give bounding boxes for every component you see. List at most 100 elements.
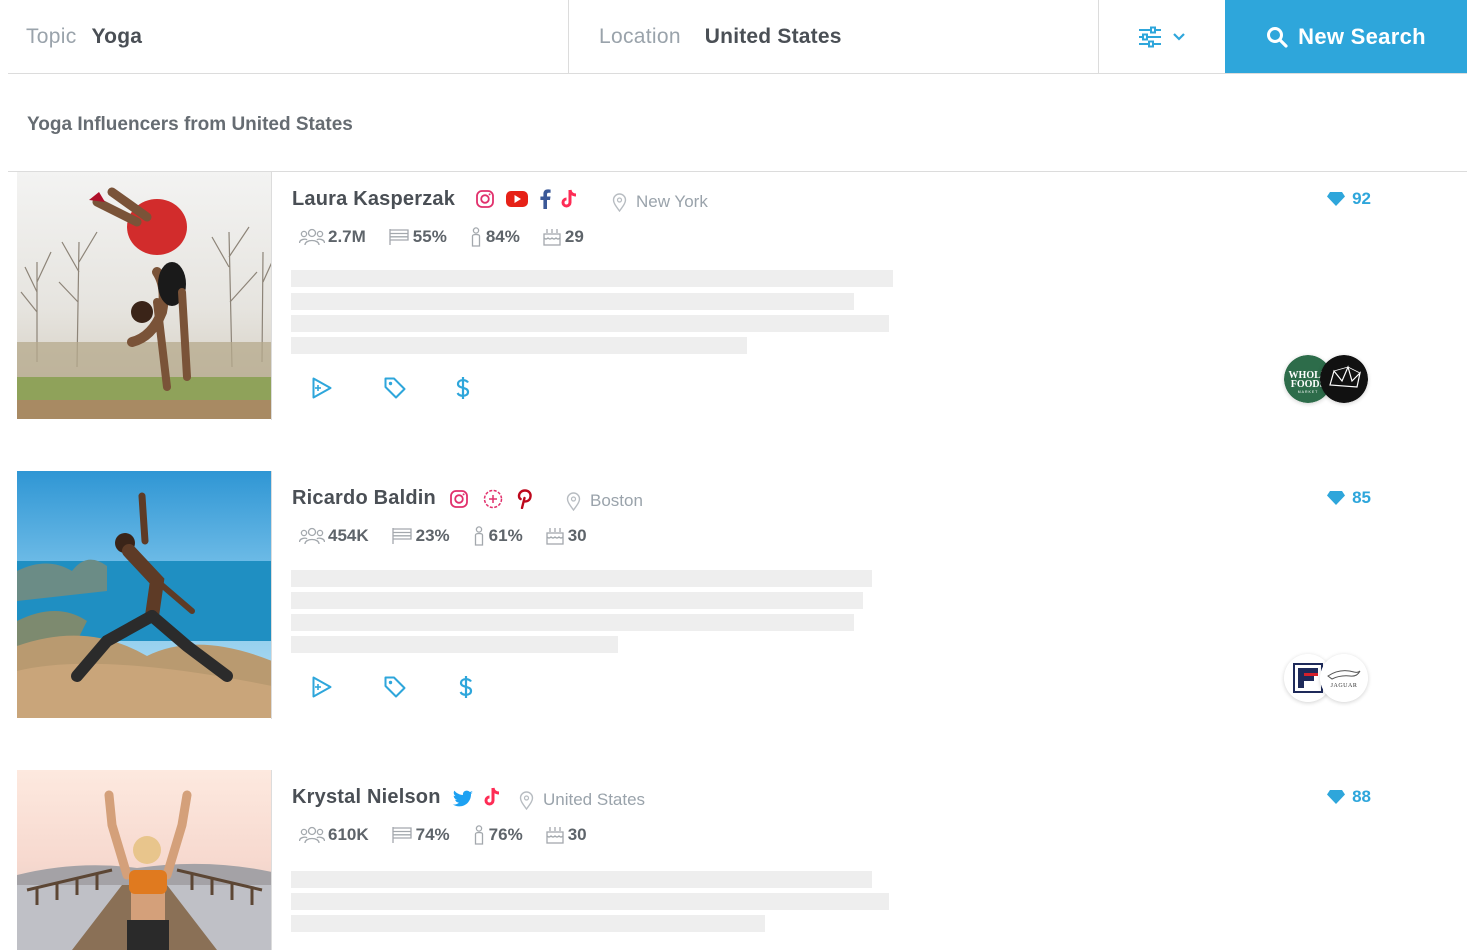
cake-icon — [546, 827, 564, 844]
pricing-button[interactable] — [455, 673, 527, 701]
influencer-card[interactable]: Ricardo Baldin Boston 454K 23% 61% 30 85… — [8, 471, 1467, 719]
gender-value: 84% — [485, 227, 520, 246]
skeleton-line — [291, 592, 863, 609]
person-icon — [474, 526, 483, 546]
tiktok-icon[interactable] — [484, 787, 502, 807]
tag-button[interactable] — [383, 374, 455, 402]
skeleton-line — [291, 871, 872, 888]
crown-logo[interactable] — [1320, 355, 1368, 403]
facebook-icon[interactable] — [539, 189, 551, 209]
social-icons — [475, 189, 579, 209]
instagram-icon[interactable] — [449, 489, 469, 509]
topic-field[interactable]: Topic Yoga — [8, 0, 569, 73]
influencer-name[interactable]: Laura Kasperzak — [292, 188, 455, 211]
pricing-button[interactable] — [455, 374, 527, 402]
location-value[interactable]: United States — [705, 25, 842, 49]
audience-icon — [299, 228, 325, 246]
instagram-plus-icon[interactable] — [482, 488, 504, 510]
card-actions — [311, 374, 527, 402]
skeleton-line — [291, 636, 618, 653]
age-stat: 30 — [545, 825, 587, 845]
card-divider — [271, 471, 272, 719]
location-label: Location — [599, 24, 681, 48]
dollar-icon — [456, 377, 470, 399]
card-divider — [271, 770, 272, 950]
stats-row: 454K 23% 61% 30 — [299, 526, 609, 546]
tag-icon — [384, 676, 406, 698]
pinterest-icon[interactable] — [517, 489, 533, 509]
stats-row: 610K 74% 76% 30 — [299, 825, 609, 845]
diamond-icon — [1327, 790, 1346, 804]
skeleton-line — [291, 570, 872, 587]
country-stat: 23% — [391, 526, 450, 546]
influencer-score: 85 — [1326, 488, 1371, 508]
skeleton-line — [291, 293, 854, 310]
instagram-icon[interactable] — [475, 189, 495, 209]
location-info: United States — [519, 790, 645, 810]
age-stat: 30 — [545, 526, 587, 546]
gender-stat: 84% — [469, 227, 520, 247]
age-value: 30 — [567, 526, 587, 545]
followers-stat: 2.7M — [299, 227, 366, 247]
diamond-icon — [1327, 491, 1346, 505]
followers-stat: 610K — [299, 825, 369, 845]
map-pin-icon — [612, 192, 627, 212]
brand-logos: JAGUAR — [1284, 654, 1368, 702]
location-text: United States — [543, 790, 646, 809]
play-icon — [312, 676, 332, 698]
content-button[interactable] — [311, 673, 383, 701]
social-icons — [452, 787, 502, 808]
sliders-icon — [1139, 26, 1161, 47]
influencer-name[interactable]: Ricardo Baldin — [292, 487, 436, 510]
gender-value: 76% — [488, 825, 523, 844]
age-stat: 29 — [542, 227, 584, 247]
country-value: 55% — [412, 227, 447, 246]
audience-icon — [299, 826, 325, 844]
new-search-button[interactable]: New Search — [1225, 0, 1467, 73]
country-stat: 55% — [388, 227, 447, 247]
skeleton-line — [291, 315, 889, 332]
influencer-card[interactable]: Krystal Nielson United States 610K 74% 7… — [8, 770, 1467, 950]
score-value: 88 — [1352, 787, 1371, 806]
brand-logos: WHOLE FOODS MARKET — [1284, 355, 1368, 403]
results-title: Yoga Influencers from United States — [27, 114, 353, 135]
twitter-icon[interactable] — [452, 790, 474, 808]
social-icons — [449, 488, 533, 510]
age-value: 30 — [567, 825, 587, 844]
country-value: 23% — [415, 526, 450, 545]
map-pin-icon — [519, 790, 534, 810]
map-pin-icon — [566, 491, 581, 511]
influencer-photo[interactable] — [17, 770, 272, 950]
filter-button[interactable] — [1099, 0, 1225, 73]
card-actions — [311, 673, 527, 701]
gender-stat: 61% — [472, 526, 523, 546]
svg-text:MARKET: MARKET — [1298, 390, 1319, 394]
diamond-icon — [1327, 192, 1346, 206]
play-icon — [312, 377, 332, 399]
topic-value[interactable]: Yoga — [92, 25, 143, 49]
tag-icon — [384, 377, 406, 399]
location-text: New York — [636, 192, 708, 211]
content-button[interactable] — [311, 374, 383, 402]
influencer-score: 88 — [1326, 787, 1371, 807]
influencer-name[interactable]: Krystal Nielson — [292, 786, 441, 809]
influencer-photo[interactable] — [17, 471, 272, 718]
stats-row: 2.7M 55% 84% 29 — [299, 227, 606, 247]
influencer-photo[interactable] — [17, 172, 272, 419]
cake-icon — [546, 528, 564, 545]
jaguar-logo[interactable]: JAGUAR — [1320, 654, 1368, 702]
tiktok-icon[interactable] — [561, 189, 579, 209]
youtube-icon[interactable] — [505, 190, 529, 208]
person-icon — [471, 227, 480, 247]
gender-stat: 76% — [472, 825, 523, 845]
person-icon — [474, 825, 483, 845]
influencer-score: 92 — [1326, 189, 1371, 209]
gender-value: 61% — [488, 526, 523, 545]
tag-button[interactable] — [383, 673, 455, 701]
flag-icon — [391, 827, 412, 843]
influencer-card[interactable]: Laura Kasperzak New York 2.7M 55% 84% 29… — [8, 172, 1467, 420]
location-field[interactable]: Location United States — [569, 0, 1099, 73]
svg-text:JAGUAR: JAGUAR — [1331, 683, 1358, 689]
audience-icon — [299, 527, 325, 545]
cake-icon — [543, 229, 561, 246]
